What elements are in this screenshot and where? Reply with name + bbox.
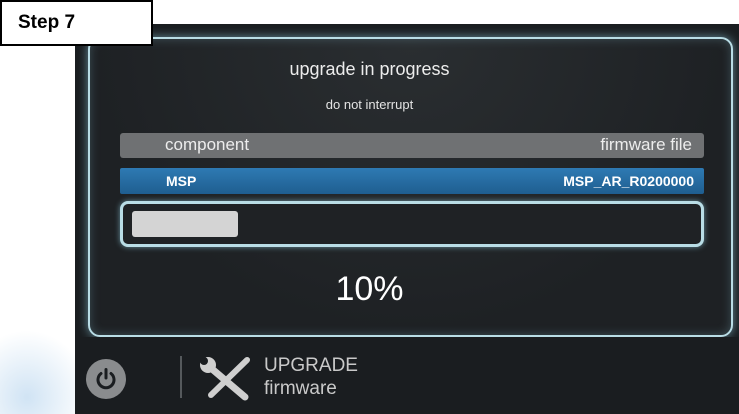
footer-subtitle: firmware: [264, 378, 337, 399]
footer-bar: [75, 337, 739, 414]
table-header: component firmware file: [120, 133, 704, 158]
panel-title: upgrade in progress: [289, 59, 450, 79]
footer-title: UPGRADE: [264, 355, 358, 376]
panel-subtitle: do not interrupt: [325, 97, 414, 112]
step-label-box: Step 7: [0, 0, 153, 46]
power-icon: [96, 368, 116, 390]
firmware-file-cell: MSP_AR_R0200000: [563, 173, 694, 189]
progress-bar: [120, 201, 704, 247]
component-cell: MSP: [166, 173, 197, 189]
progress-fill: [132, 211, 238, 237]
progress-percent: 10%: [335, 270, 404, 308]
wrench-screwdriver-icon: [200, 356, 251, 401]
table-row[interactable]: MSP MSP_AR_R0200000: [120, 168, 704, 194]
footer-divider: [180, 356, 182, 398]
step-label: Step 7: [18, 12, 76, 33]
column-header-component: component: [165, 135, 250, 154]
column-header-firmware-file: firmware file: [600, 135, 692, 154]
power-button[interactable]: [86, 359, 126, 399]
